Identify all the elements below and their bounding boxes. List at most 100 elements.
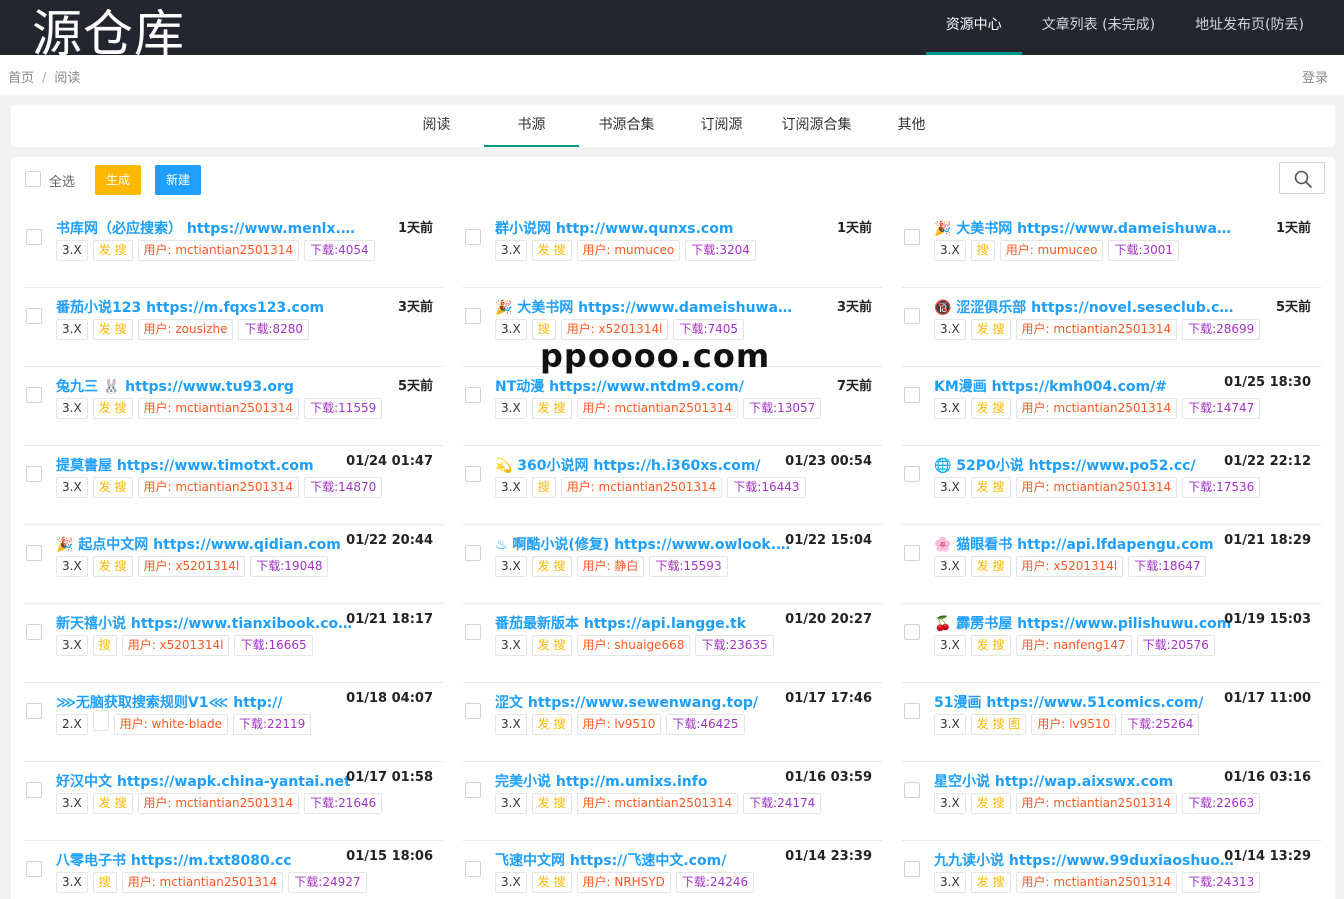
download-tag: 下载:18647 [1128,556,1207,577]
source-title-link[interactable]: 涩文 https://www.sewenwang.top/ [495,692,795,712]
user-tag: 用户: 静白 [576,556,645,577]
source-tags: 3.X 发 搜用户: mctiantian2501314 下载:24313 [934,872,1265,893]
item-checkbox[interactable] [26,229,42,245]
item-checkbox[interactable] [904,466,920,482]
nav-item-article-list[interactable]: 文章列表 (未完成) [1022,0,1175,55]
nav-item-resource-center[interactable]: 资源中心 [925,0,1022,55]
item-checkbox[interactable] [465,466,481,482]
source-title-link[interactable]: 🌐 52P0小说 https://www.po52.cc/ [934,455,1234,475]
source-title-link[interactable]: 番茄最新版本 https://api.langge.tk [495,613,795,633]
new-button[interactable]: 新建 [155,165,201,195]
download-tag: 下载:16665 [234,635,313,656]
nav-item-address-page[interactable]: 地址发布页(防丢) [1175,0,1324,55]
item-checkbox[interactable] [904,387,920,403]
source-title-link[interactable]: 🌸 猫眼看书 http://api.lfdapengu.com [934,534,1234,554]
item-checkbox[interactable] [465,545,481,561]
download-tag: 下载:20576 [1136,635,1215,656]
breadcrumb-bar: 首页 / 阅读 登录 [0,55,1344,95]
download-tag: 下载:17536 [1182,477,1261,498]
tab-subscription-collection[interactable]: 订阅源合集 [769,105,864,147]
select-all-checkbox[interactable] [25,171,41,187]
source-title-link[interactable]: 新天禧小说 https://www.tianxibook.com/ [56,613,356,633]
source-time: 01/22 15:04 [785,533,872,548]
source-title-link[interactable]: ♨ 啊酷小说(修复) https://www.owlook.top/... [495,534,795,554]
item-checkbox[interactable] [465,861,481,877]
source-title-link[interactable]: 九九读小说 https://www.99duxiaoshuo.com [934,850,1234,870]
item-checkbox[interactable] [26,624,42,640]
tab-other[interactable]: 其他 [864,105,959,147]
source-time: 01/17 17:46 [785,691,872,706]
source-item: 番茄小说123 https://m.fqxs123.com 3天前 3.X 发 搜用户… [24,288,443,367]
tab-reading[interactable]: 阅读 [389,105,484,147]
item-checkbox[interactable] [26,782,42,798]
download-tag: 下载:14870 [304,477,383,498]
item-checkbox[interactable] [465,624,481,640]
version-tag: 3.X [495,793,527,814]
source-grid: 书库网（必应搜索） https://www.menlx.com/1天前 3.X 发 … [24,209,1322,899]
source-title-link[interactable]: 🍒 霹雳书屋 https://www.pilishuwu.com [934,613,1234,633]
item-checkbox[interactable] [465,782,481,798]
type-tag: 发 搜 [970,635,1011,656]
item-checkbox[interactable] [26,387,42,403]
source-title-link[interactable]: 书库网（必应搜索） https://www.menlx.com/ [56,218,356,238]
item-checkbox[interactable] [904,703,920,719]
item-checkbox[interactable] [904,782,920,798]
source-title-link[interactable]: 提莫書屋 https://www.timotxt.com [56,455,356,475]
source-title-link[interactable]: NT动漫 https://www.ntdm9.com/ [495,376,795,396]
item-checkbox[interactable] [26,545,42,561]
source-time: 01/24 01:47 [346,454,433,469]
login-link[interactable]: 登录 [1302,67,1328,86]
type-tag: 发 搜 [970,477,1011,498]
source-title-link[interactable]: 🎉 大美书网 https://www.dameishuwang.net/ [934,218,1234,238]
tab-subscription-source[interactable]: 订阅源 [674,105,769,147]
item-checkbox[interactable] [465,703,481,719]
source-title-link[interactable]: 🎉 起点中文网 https://www.qidian.com [56,534,356,554]
item-checkbox[interactable] [465,308,481,324]
source-item: 群小说网 http://www.qunxs.com 1天前 3.X 发 搜用户: mu… [463,209,882,288]
select-all-label[interactable]: 全选 [49,171,75,190]
source-title-link[interactable]: 星空小说 http://wap.aixswx.com [934,771,1234,791]
source-title-link[interactable]: KM漫画 https://kmh004.com/# [934,376,1234,396]
tab-book-source[interactable]: 书源 [484,105,579,147]
item-checkbox[interactable] [26,466,42,482]
source-title-link[interactable]: 🎉 大美书网 https://www.dameishuwang.net/ [495,297,795,317]
version-tag: 3.X [495,635,527,656]
source-title-link[interactable]: 群小说网 http://www.qunxs.com [495,218,795,238]
source-title-link[interactable]: ⋙无脑获取搜索规则V1⋘ http:// [56,692,356,712]
item-checkbox[interactable] [904,545,920,561]
source-tags: 3.X 发 搜用户: mctiantian2501314 下载:22663 [934,793,1265,814]
user-tag: 用户: shuaige668 [576,635,691,656]
source-title-link[interactable]: 完美小说 http://m.umixs.info [495,771,795,791]
source-time: 01/17 11:00 [1224,691,1311,706]
source-time: 01/23 00:54 [785,454,872,469]
source-title-link[interactable]: 八零电子书 https://m.txt8080.cc [56,850,356,870]
generate-button[interactable]: 生成 [95,165,141,195]
item-checkbox[interactable] [465,229,481,245]
breadcrumb-home[interactable]: 首页 [8,71,34,86]
source-time: 01/14 23:39 [785,849,872,864]
item-checkbox[interactable] [26,308,42,324]
item-checkbox[interactable] [904,861,920,877]
tab-book-source-collection[interactable]: 书源合集 [579,105,674,147]
version-tag: 3.X [56,635,88,656]
source-title-link[interactable]: 飞速中文网 https://飞速中文.com/ [495,850,795,870]
source-title-link[interactable]: 💫 360小说网 https://h.i360xs.com/ [495,455,795,475]
item-checkbox[interactable] [904,308,920,324]
user-tag: 用户: nanfeng147 [1015,635,1132,656]
source-title-link[interactable]: 兔九三 🐰 https://www.tu93.org [56,376,356,396]
source-title-link[interactable]: 好汉中文 https://wapk.china-yantai.net [56,771,356,791]
item-checkbox[interactable] [26,703,42,719]
source-title-link[interactable]: 51漫画 https://www.51comics.com/ [934,692,1234,712]
download-tag: 下载:23635 [695,635,774,656]
item-checkbox[interactable] [904,624,920,640]
version-tag: 3.X [934,872,966,893]
source-title-link[interactable]: 🔞 涩涩俱乐部 https://novel.seseclub.com [934,297,1234,317]
source-title-link[interactable]: 番茄小说123 https://m.fqxs123.com [56,297,356,317]
source-tags: 3.X 发 搜用户: x5201314l 下载:19048 [56,556,333,577]
item-checkbox[interactable] [465,387,481,403]
user-tag: 用户: mctiantian2501314 [576,398,739,419]
version-tag: 3.X [56,556,88,577]
search-button[interactable] [1279,162,1325,194]
item-checkbox[interactable] [26,861,42,877]
item-checkbox[interactable] [904,229,920,245]
